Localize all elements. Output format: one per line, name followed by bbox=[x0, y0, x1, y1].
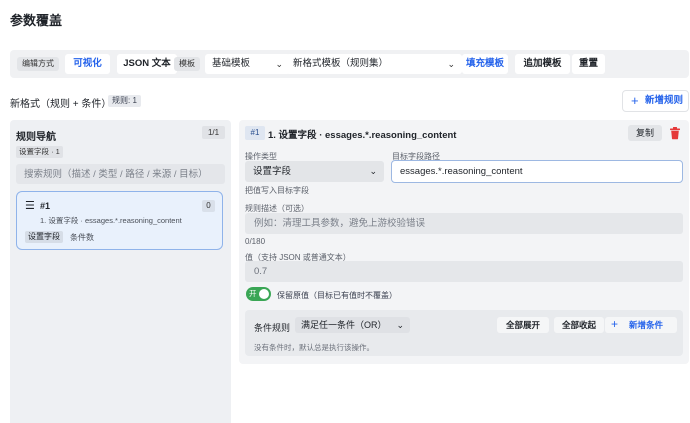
value-input[interactable] bbox=[245, 261, 683, 282]
drag-handle-icon[interactable]: ☰ bbox=[25, 199, 35, 212]
rule-title: 1. 设置字段 · essages.*.reasoning_content bbox=[268, 130, 457, 141]
rule-count-badge: 规则: 1 bbox=[108, 95, 141, 107]
format-template-select[interactable]: 新格式模板（规则集） ⌄ bbox=[286, 54, 462, 74]
add-condition-label: 新增条件 bbox=[629, 320, 664, 330]
trash-icon[interactable] bbox=[668, 126, 682, 140]
reset-button[interactable]: 重置 bbox=[572, 54, 605, 74]
expand-all-button[interactable]: 全部展开 bbox=[497, 317, 549, 333]
template-select-value: 基础模板 bbox=[212, 58, 251, 69]
chevron-down-icon: ⌄ bbox=[396, 320, 404, 330]
rule-detail-panel: #1 1. 设置字段 · essages.*.reasoning_content… bbox=[239, 120, 689, 364]
rule-card-condition-count: 0 bbox=[202, 200, 215, 212]
rule-card-condition-label: 条件数 bbox=[70, 233, 94, 242]
chevron-down-icon: ⌄ bbox=[275, 59, 283, 69]
toggle-knob bbox=[259, 289, 269, 299]
json-mode-button[interactable]: JSON 文本 bbox=[117, 54, 177, 74]
plus-icon: + bbox=[611, 317, 619, 331]
add-rule-button[interactable]: + 新增规则 bbox=[622, 90, 689, 112]
desc-char-counter: 0/180 bbox=[245, 237, 266, 246]
rule-card[interactable]: ☰ #1 0 1. 设置字段 · essages.*.reasoning_con… bbox=[16, 191, 223, 250]
condition-mode-select[interactable]: 满足任一条件（OR） ⌄ bbox=[295, 317, 410, 333]
edit-mode-label: 编辑方式 bbox=[17, 57, 59, 71]
template-label: 模板 bbox=[174, 57, 200, 71]
op-hint: 把值写入目标字段 bbox=[245, 186, 309, 195]
condition-mode-value: 满足任一条件（OR） bbox=[301, 320, 387, 330]
copy-rule-button[interactable]: 复制 bbox=[628, 125, 662, 141]
plus-icon: + bbox=[631, 93, 639, 108]
condition-empty-hint: 没有条件时，默认总是执行该操作。 bbox=[254, 343, 374, 352]
target-path-input[interactable] bbox=[391, 160, 683, 183]
chevron-down-icon: ⌄ bbox=[447, 59, 455, 69]
append-template-button[interactable]: 追加模板 bbox=[515, 54, 570, 74]
nav-page-indicator: 1/1 bbox=[202, 126, 225, 139]
rule-description-input[interactable] bbox=[245, 213, 683, 234]
nav-title: 规则导航 bbox=[16, 132, 56, 143]
condition-rules-label: 条件规则 bbox=[254, 323, 291, 333]
format-template-value: 新格式模板（规则集） bbox=[293, 58, 389, 69]
rule-id-badge: #1 bbox=[245, 126, 265, 140]
collapse-all-button[interactable]: 全部收起 bbox=[554, 317, 604, 333]
keep-original-label: 保留原值（目标已有值时不覆盖） bbox=[277, 291, 397, 300]
rule-search-input[interactable] bbox=[16, 164, 225, 184]
format-label: 新格式（规则 + 条件） bbox=[10, 99, 112, 110]
visual-mode-button[interactable]: 可视化 bbox=[65, 54, 110, 74]
chevron-down-icon: ⌄ bbox=[369, 166, 377, 176]
rule-card-type-tag: 设置字段 bbox=[25, 231, 63, 243]
nav-filter-tag[interactable]: 设置字段 · 1 bbox=[16, 146, 63, 158]
op-type-value: 设置字段 bbox=[253, 166, 292, 177]
rule-card-id: #1 bbox=[40, 201, 51, 211]
add-condition-button[interactable]: + 新增条件 bbox=[605, 317, 677, 333]
op-type-select[interactable]: 设置字段 ⌄ bbox=[245, 161, 384, 182]
fill-template-button[interactable]: 填充模板 bbox=[462, 54, 508, 74]
rule-navigator: 规则导航 1/1 设置字段 · 1 ☰ #1 0 1. 设置字段 · essag… bbox=[10, 120, 231, 423]
add-rule-label: 新增规则 bbox=[645, 95, 684, 106]
condition-rules-section: 条件规则 满足任一条件（OR） ⌄ 全部展开 全部收起 + 新增条件 没有条件时… bbox=[245, 310, 683, 356]
keep-original-toggle[interactable]: 开 bbox=[246, 287, 271, 301]
toggle-on-text: 开 bbox=[249, 289, 257, 298]
page-title: 参数覆盖 bbox=[10, 13, 63, 28]
toolbar: 编辑方式 可视化 JSON 文本 模板 基础模板 ⌄ 新格式模板（规则集） ⌄ … bbox=[10, 50, 689, 78]
rule-card-description: 1. 设置字段 · essages.*.reasoning_content bbox=[40, 216, 182, 225]
template-select[interactable]: 基础模板 ⌄ bbox=[205, 54, 290, 74]
